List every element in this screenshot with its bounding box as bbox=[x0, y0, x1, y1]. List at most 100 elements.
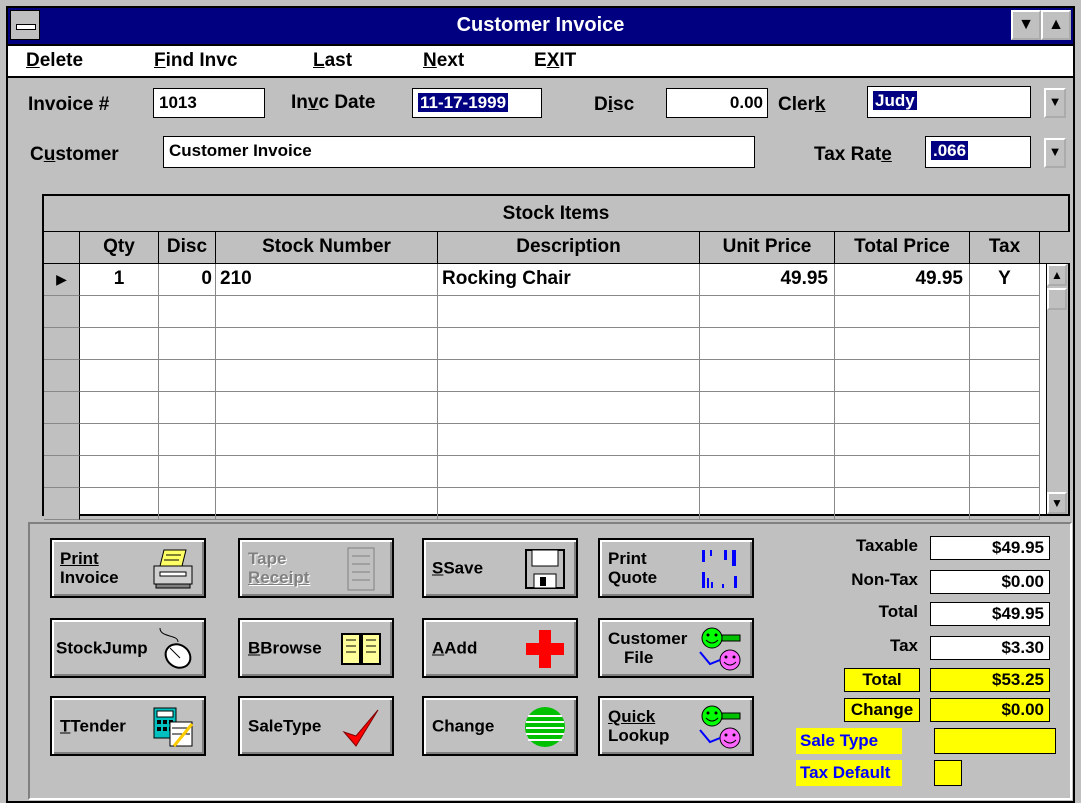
cell-description[interactable]: Rocking Chair bbox=[438, 264, 700, 296]
empty-cell[interactable] bbox=[216, 392, 438, 424]
maximize-button[interactable]: ▲ bbox=[1041, 10, 1071, 40]
col-header-description[interactable]: Description bbox=[438, 232, 700, 264]
col-header-stock-number[interactable]: Stock Number bbox=[216, 232, 438, 264]
empty-cell[interactable] bbox=[700, 360, 835, 392]
empty-cell[interactable] bbox=[159, 456, 216, 488]
empty-cell[interactable] bbox=[159, 296, 216, 328]
empty-cell[interactable] bbox=[80, 392, 159, 424]
scroll-thumb[interactable] bbox=[1047, 288, 1067, 310]
col-header-qty[interactable]: Qty bbox=[80, 232, 159, 264]
empty-cell[interactable] bbox=[438, 328, 700, 360]
empty-cell[interactable] bbox=[438, 392, 700, 424]
row-selector[interactable] bbox=[44, 360, 80, 392]
save-button[interactable]: SSave bbox=[422, 538, 578, 598]
browse-button[interactable]: BBrowse bbox=[238, 618, 394, 678]
menu-delete[interactable]: Delete bbox=[26, 50, 83, 72]
tax-rate-dropdown-icon[interactable]: ▼ bbox=[1044, 138, 1066, 168]
empty-cell[interactable] bbox=[835, 360, 970, 392]
empty-cell[interactable] bbox=[159, 360, 216, 392]
empty-cell[interactable] bbox=[216, 360, 438, 392]
tax-rate-select[interactable]: .066 bbox=[925, 136, 1031, 168]
empty-cell[interactable] bbox=[970, 456, 1040, 488]
scroll-down-icon[interactable]: ▼ bbox=[1047, 492, 1067, 514]
empty-cell[interactable] bbox=[159, 328, 216, 360]
menu-last[interactable]: Last bbox=[313, 50, 352, 72]
row-selector[interactable] bbox=[44, 296, 80, 328]
invc-date-field[interactable]: 11-17-1999 bbox=[412, 88, 542, 118]
empty-cell[interactable] bbox=[438, 360, 700, 392]
cell-qty[interactable]: 1 bbox=[80, 264, 159, 296]
tender-button[interactable]: TTender bbox=[50, 696, 206, 756]
row-selector[interactable] bbox=[44, 456, 80, 488]
empty-cell[interactable] bbox=[970, 296, 1040, 328]
empty-cell[interactable] bbox=[80, 488, 159, 520]
empty-cell[interactable] bbox=[970, 360, 1040, 392]
empty-cell[interactable] bbox=[835, 328, 970, 360]
clerk-select[interactable]: Judy bbox=[867, 86, 1031, 118]
invoice-number-field[interactable]: 1013 bbox=[153, 88, 265, 118]
grid-vertical-scrollbar[interactable]: ▲ ▼ bbox=[1046, 264, 1068, 514]
minimize-button[interactable]: ▼ bbox=[1011, 10, 1041, 40]
empty-cell[interactable] bbox=[700, 328, 835, 360]
empty-cell[interactable] bbox=[700, 488, 835, 520]
col-header-tax[interactable]: Tax bbox=[970, 232, 1040, 264]
menu-find-invc[interactable]: Find Invc bbox=[154, 50, 237, 72]
disc-field[interactable]: 0.00 bbox=[666, 88, 768, 118]
empty-cell[interactable] bbox=[216, 456, 438, 488]
row-selector-icon[interactable]: ▶ bbox=[44, 264, 80, 296]
row-selector[interactable] bbox=[44, 488, 80, 520]
clerk-dropdown-icon[interactable]: ▼ bbox=[1044, 88, 1066, 118]
empty-cell[interactable] bbox=[835, 392, 970, 424]
scroll-up-icon[interactable]: ▲ bbox=[1047, 264, 1067, 286]
empty-cell[interactable] bbox=[80, 424, 159, 456]
customer-field[interactable]: Customer Invoice bbox=[163, 136, 755, 168]
cell-stock-number[interactable]: 210 bbox=[216, 264, 438, 296]
saletype-button[interactable]: SaleType bbox=[238, 696, 394, 756]
quick-lookup-button[interactable]: Quick Lookup bbox=[598, 696, 754, 756]
menu-exit[interactable]: EXIT bbox=[534, 50, 576, 72]
empty-cell[interactable] bbox=[438, 456, 700, 488]
change-button[interactable]: Change bbox=[422, 696, 578, 756]
row-selector[interactable] bbox=[44, 424, 80, 456]
empty-cell[interactable] bbox=[80, 456, 159, 488]
empty-cell[interactable] bbox=[159, 392, 216, 424]
empty-cell[interactable] bbox=[700, 296, 835, 328]
col-header-disc[interactable]: Disc bbox=[159, 232, 216, 264]
empty-cell[interactable] bbox=[80, 296, 159, 328]
empty-cell[interactable] bbox=[835, 488, 970, 520]
empty-cell[interactable] bbox=[700, 424, 835, 456]
empty-cell[interactable] bbox=[159, 424, 216, 456]
empty-cell[interactable] bbox=[216, 488, 438, 520]
empty-cell[interactable] bbox=[700, 392, 835, 424]
empty-cell[interactable] bbox=[970, 328, 1040, 360]
tape-receipt-button[interactable]: Tape Receipt bbox=[238, 538, 394, 598]
empty-cell[interactable] bbox=[159, 488, 216, 520]
empty-cell[interactable] bbox=[438, 488, 700, 520]
empty-cell[interactable] bbox=[216, 296, 438, 328]
row-selector[interactable] bbox=[44, 392, 80, 424]
empty-cell[interactable] bbox=[80, 360, 159, 392]
stockjump-button[interactable]: StockJump bbox=[50, 618, 206, 678]
empty-cell[interactable] bbox=[216, 328, 438, 360]
add-button[interactable]: AAdd bbox=[422, 618, 578, 678]
menu-next[interactable]: Next bbox=[423, 50, 464, 72]
customer-file-button[interactable]: Customer File bbox=[598, 618, 754, 678]
empty-cell[interactable] bbox=[438, 296, 700, 328]
empty-cell[interactable] bbox=[216, 424, 438, 456]
empty-cell[interactable] bbox=[438, 424, 700, 456]
cell-disc[interactable]: 0 bbox=[159, 264, 216, 296]
empty-cell[interactable] bbox=[970, 392, 1040, 424]
row-selector[interactable] bbox=[44, 328, 80, 360]
empty-cell[interactable] bbox=[835, 456, 970, 488]
cell-total-price[interactable]: 49.95 bbox=[835, 264, 970, 296]
empty-cell[interactable] bbox=[835, 296, 970, 328]
col-header-unit-price[interactable]: Unit Price bbox=[700, 232, 835, 264]
empty-cell[interactable] bbox=[700, 456, 835, 488]
empty-cell[interactable] bbox=[970, 424, 1040, 456]
cell-tax[interactable]: Y bbox=[970, 264, 1040, 296]
empty-cell[interactable] bbox=[80, 328, 159, 360]
col-header-total-price[interactable]: Total Price bbox=[835, 232, 970, 264]
print-invoice-button[interactable]: Print Invoice bbox=[50, 538, 206, 598]
print-quote-button[interactable]: Print Quote bbox=[598, 538, 754, 598]
empty-cell[interactable] bbox=[970, 488, 1040, 520]
